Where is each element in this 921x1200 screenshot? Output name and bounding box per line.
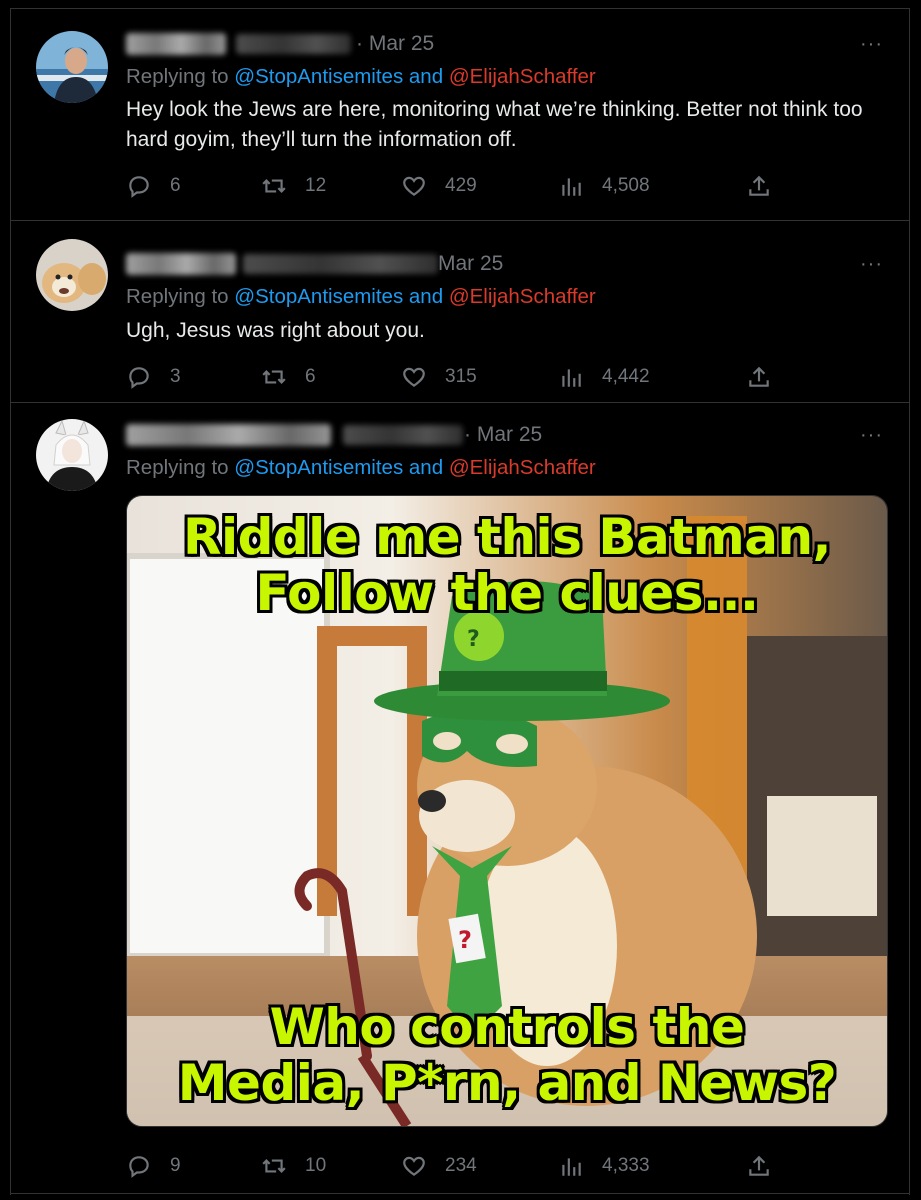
- reply-button[interactable]: 3: [126, 364, 181, 390]
- views-button[interactable]: 4,508: [558, 173, 650, 199]
- reply-count: 9: [170, 1155, 181, 1176]
- share-button[interactable]: [746, 364, 790, 390]
- share-button[interactable]: [746, 1153, 790, 1179]
- mention-link[interactable]: @ElijahSchaffer: [449, 285, 596, 308]
- retweet-count: 10: [305, 1155, 327, 1176]
- views-button[interactable]: 4,333: [558, 1153, 650, 1179]
- author-handle-redacted: [236, 34, 351, 54]
- like-count: 234: [445, 1155, 477, 1176]
- like-icon: [403, 176, 425, 196]
- retweet-icon: [262, 1159, 286, 1173]
- tweet-date[interactable]: · Mar 25: [464, 423, 542, 447]
- svg-text:?: ?: [467, 627, 480, 652]
- tweet-actions: 3 6 315 4,442: [126, 364, 886, 394]
- share-icon: [749, 175, 769, 196]
- like-icon: [403, 1156, 425, 1176]
- replying-to: Replying to @StopAntisemites and @Elijah…: [126, 456, 596, 480]
- tweet-actions: 6 12 429 4,508: [126, 173, 886, 203]
- tweet-date[interactable]: · Mar 25: [356, 32, 434, 56]
- mention-link[interactable]: @ElijahSchaffer: [449, 65, 596, 88]
- replying-to-label: Replying to: [126, 65, 229, 88]
- views-icon: [562, 1158, 581, 1176]
- mention-link[interactable]: @StopAntisemites: [234, 65, 403, 88]
- retweet-button[interactable]: 12: [261, 173, 326, 199]
- avatar[interactable]: [36, 419, 108, 491]
- retweet-icon: [262, 370, 286, 384]
- tweet[interactable]: · Mar 25 ··· Replying to @StopAntisemite…: [11, 9, 909, 221]
- author-name-redacted: [126, 253, 236, 275]
- views-count: 4,508: [602, 175, 650, 196]
- author-handle-redacted: [343, 425, 463, 445]
- meme-caption-top: Follow the clues...: [255, 564, 759, 622]
- share-button[interactable]: [746, 173, 790, 199]
- retweet-count: 6: [305, 366, 316, 387]
- like-count: 429: [445, 175, 477, 196]
- mention-link[interactable]: @StopAntisemites: [234, 285, 403, 308]
- reply-count: 6: [170, 175, 181, 196]
- share-icon: [749, 1155, 769, 1176]
- meme-caption-bottom: Who controls the: [269, 998, 745, 1056]
- views-count: 4,442: [602, 366, 650, 387]
- views-button[interactable]: 4,442: [558, 364, 650, 390]
- retweet-button[interactable]: 10: [261, 1153, 326, 1179]
- like-button[interactable]: 234: [401, 1153, 477, 1179]
- timeline: · Mar 25 ··· Replying to @StopAntisemite…: [10, 8, 910, 1195]
- mention-link[interactable]: @StopAntisemites: [234, 456, 403, 479]
- tweet[interactable]: Mar 25 ··· Replying to @StopAntisemites …: [11, 221, 909, 403]
- like-count: 315: [445, 366, 477, 387]
- avatar[interactable]: [36, 31, 108, 103]
- conjunction: and: [408, 285, 444, 308]
- reply-icon: [129, 176, 149, 198]
- meme-caption-bottom: Media, P*rn, and News?: [177, 1054, 837, 1112]
- replying-to-label: Replying to: [126, 456, 229, 479]
- avatar[interactable]: [36, 239, 108, 311]
- tweet-date[interactable]: Mar 25: [438, 252, 503, 276]
- like-button[interactable]: 315: [401, 364, 477, 390]
- more-icon[interactable]: ···: [860, 424, 883, 447]
- mention-link[interactable]: @ElijahSchaffer: [449, 456, 596, 479]
- more-icon[interactable]: ···: [860, 253, 883, 276]
- more-icon[interactable]: ···: [860, 33, 883, 56]
- author-name-redacted: [126, 33, 226, 55]
- replying-to: Replying to @StopAntisemites and @Elijah…: [126, 285, 596, 309]
- replying-to-label: Replying to: [126, 285, 229, 308]
- tweet-text: Hey look the Jews are here, monitoring w…: [126, 98, 863, 151]
- views-icon: [562, 178, 581, 196]
- svg-text:?: ?: [458, 926, 472, 954]
- like-button[interactable]: 429: [401, 173, 477, 199]
- views-count: 4,333: [602, 1155, 650, 1176]
- reply-count: 3: [170, 366, 181, 387]
- tweet[interactable]: · Mar 25 ··· Replying to @StopAntisemite…: [11, 403, 909, 1194]
- tweet-actions: 9 10 234 4,333: [126, 1153, 886, 1183]
- share-icon: [749, 366, 769, 387]
- conjunction: and: [408, 65, 444, 88]
- conjunction: and: [408, 456, 444, 479]
- reply-icon: [129, 367, 149, 389]
- author-handle-redacted: [243, 254, 438, 274]
- meme-caption-top: Riddle me this Batman,: [182, 508, 832, 566]
- views-icon: [562, 369, 581, 387]
- reply-icon: [129, 1156, 149, 1178]
- author-name-redacted: [126, 424, 331, 446]
- retweet-icon: [262, 179, 286, 193]
- like-icon: [403, 367, 425, 387]
- meme-image[interactable]: ? ? Riddle me this Batman, Follow the cl…: [126, 495, 888, 1127]
- reply-button[interactable]: 9: [126, 1153, 181, 1179]
- reply-button[interactable]: 6: [126, 173, 181, 199]
- replying-to: Replying to @StopAntisemites and @Elijah…: [126, 65, 596, 89]
- tweet-text: Ugh, Jesus was right about you.: [126, 319, 425, 342]
- retweet-count: 12: [305, 175, 327, 196]
- retweet-button[interactable]: 6: [261, 364, 316, 390]
